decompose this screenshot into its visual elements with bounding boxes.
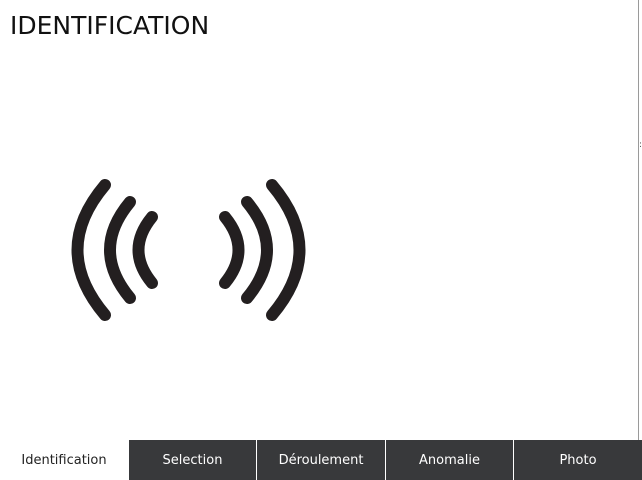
nfc-graphic: [60, 165, 320, 335]
bottom-tab-bar: Identification Selection Déroulement Ano…: [0, 440, 642, 480]
nfc-wave-left-inner: [132, 211, 158, 289]
nfc-wave-left-middle: [104, 196, 136, 304]
nfc-wave-right-middle: [241, 196, 273, 304]
nfc-wave-left-outer: [71, 179, 111, 321]
nfc-wave-right-outer: [266, 179, 306, 321]
nfc-wave-right-inner: [219, 211, 245, 289]
nfc-signal-icon: [71, 179, 306, 321]
page-title: IDENTIFICATION: [10, 11, 210, 40]
right-edge-divider: [638, 0, 639, 440]
tab-selection[interactable]: Selection: [128, 440, 256, 480]
tab-anomalie[interactable]: Anomalie: [385, 440, 513, 480]
tab-photo[interactable]: Photo: [513, 440, 642, 480]
tab-deroulement[interactable]: Déroulement: [256, 440, 385, 480]
tab-identification[interactable]: Identification: [0, 440, 128, 480]
